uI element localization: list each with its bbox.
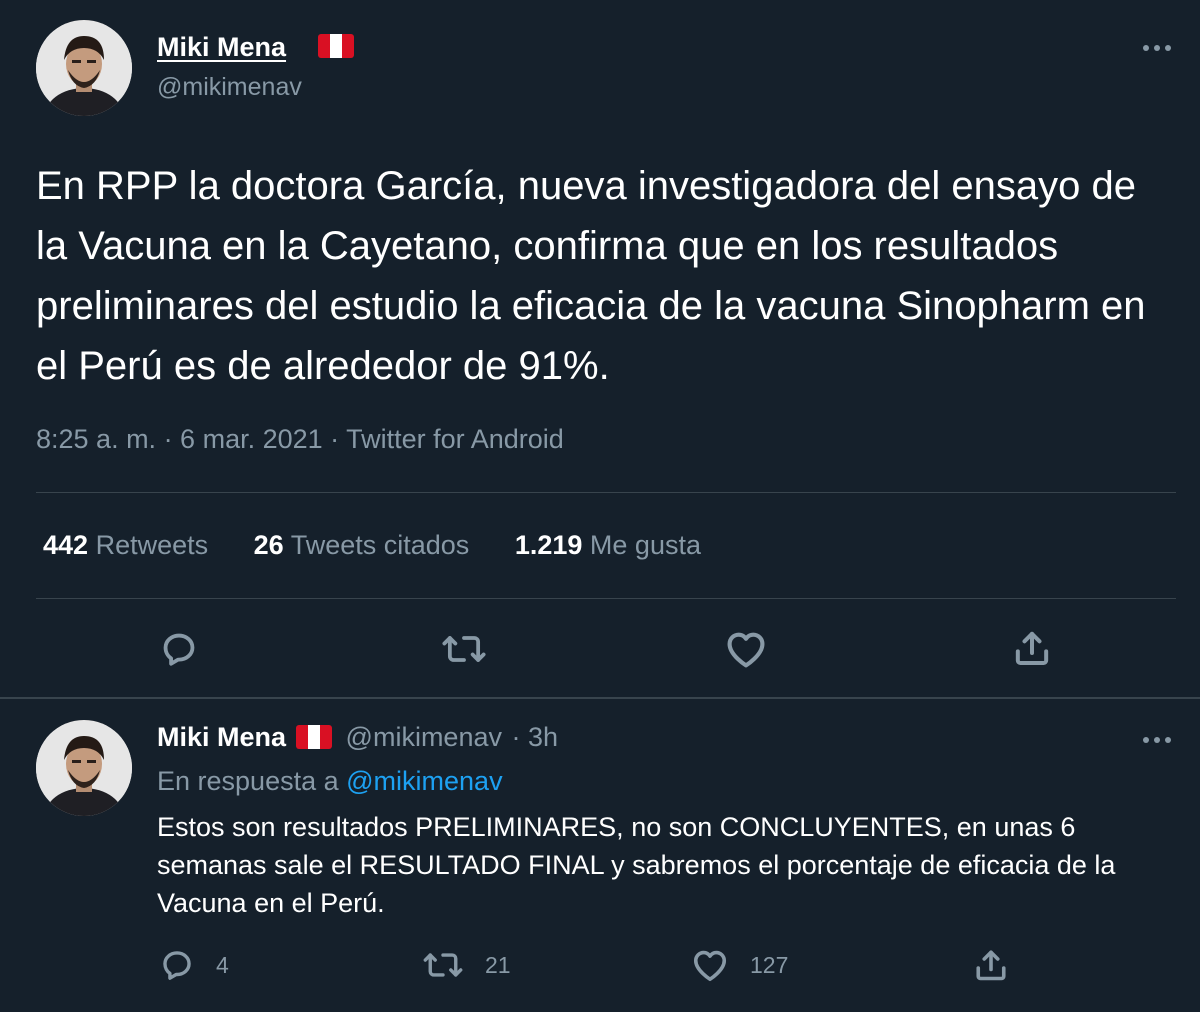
author-avatar[interactable] [36, 20, 132, 116]
reply-icon [163, 633, 195, 666]
peru-flag-icon [296, 725, 333, 749]
reply-replies-count: 4 [216, 951, 229, 978]
main-tweet: Miki Mena @mikimenav En RPP la doctora G… [0, 0, 1200, 697]
divider [36, 598, 1176, 599]
tweet-stats: 442 Retweets 26 Tweets citados 1.219 Me … [43, 530, 739, 561]
dot-icon [1165, 45, 1171, 51]
divider [36, 492, 1176, 493]
share-button[interactable] [1012, 628, 1052, 668]
reply-header: Miki Mena @mikimenav · 3h [157, 722, 558, 753]
retweet-button[interactable] [442, 630, 486, 668]
reply-author-handle[interactable]: @mikimenav [346, 722, 502, 752]
share-icon [976, 950, 1006, 981]
dot-icon [1143, 45, 1149, 51]
tweet-timestamp[interactable]: 8:25 a. m. · 6 mar. 2021 · Twitter for A… [36, 424, 564, 455]
tweet-thread-page: Miki Mena @mikimenav En RPP la doctora G… [0, 0, 1200, 1012]
like-icon [693, 950, 727, 982]
reply-retweet-button[interactable]: 21 [423, 947, 511, 983]
in-reply-to: En respuesta a @mikimenav [157, 766, 503, 797]
reply-share-button[interactable] [973, 947, 1009, 983]
retweets-stat[interactable]: 442 Retweets [43, 530, 208, 561]
reply-time[interactable]: · 3h [512, 722, 559, 752]
retweet-icon [423, 953, 463, 977]
retweets-count: 442 [43, 530, 89, 560]
reply-button[interactable] [160, 630, 198, 668]
reply-retweets-count: 21 [485, 951, 511, 978]
section-divider [0, 697, 1200, 699]
quotes-count: 26 [253, 530, 284, 560]
more-options-button[interactable] [1140, 38, 1174, 58]
reply-reply-button[interactable]: 4 [160, 947, 229, 983]
author-name[interactable]: Miki Mena [157, 32, 286, 63]
quotes-label: Tweets citados [290, 530, 470, 560]
in-reply-mention-link[interactable]: @mikimenav [346, 766, 502, 796]
reply-more-options-button[interactable] [1140, 730, 1174, 750]
retweets-label: Retweets [95, 530, 209, 560]
quotes-stat[interactable]: 26 Tweets citados [254, 530, 470, 561]
share-icon [1015, 631, 1049, 665]
in-reply-prefix: En respuesta a [157, 766, 339, 796]
reply-text: Estos son resultados PRELIMINARES, no so… [157, 812, 1116, 918]
dot-icon [1154, 45, 1160, 51]
dot-icon [1143, 737, 1149, 743]
reply-likes-count: 127 [750, 951, 789, 978]
likes-label: Me gusta [589, 530, 701, 560]
retweet-icon [442, 636, 486, 662]
likes-count: 1.219 [514, 530, 583, 560]
likes-stat[interactable]: 1.219 Me gusta [515, 530, 701, 561]
like-icon [727, 632, 765, 668]
peru-flag-icon [318, 34, 354, 58]
author-handle[interactable]: @mikimenav [157, 73, 302, 102]
reply-like-button[interactable]: 127 [692, 947, 788, 983]
tweet-text: En RPP la doctora García, nueva investig… [36, 164, 1146, 388]
like-button[interactable] [725, 630, 767, 668]
dot-icon [1154, 737, 1160, 743]
dot-icon [1165, 737, 1171, 743]
reply-author-name[interactable]: Miki Mena [157, 722, 286, 752]
reply-author-avatar[interactable] [36, 720, 132, 816]
reply-icon [163, 951, 191, 980]
